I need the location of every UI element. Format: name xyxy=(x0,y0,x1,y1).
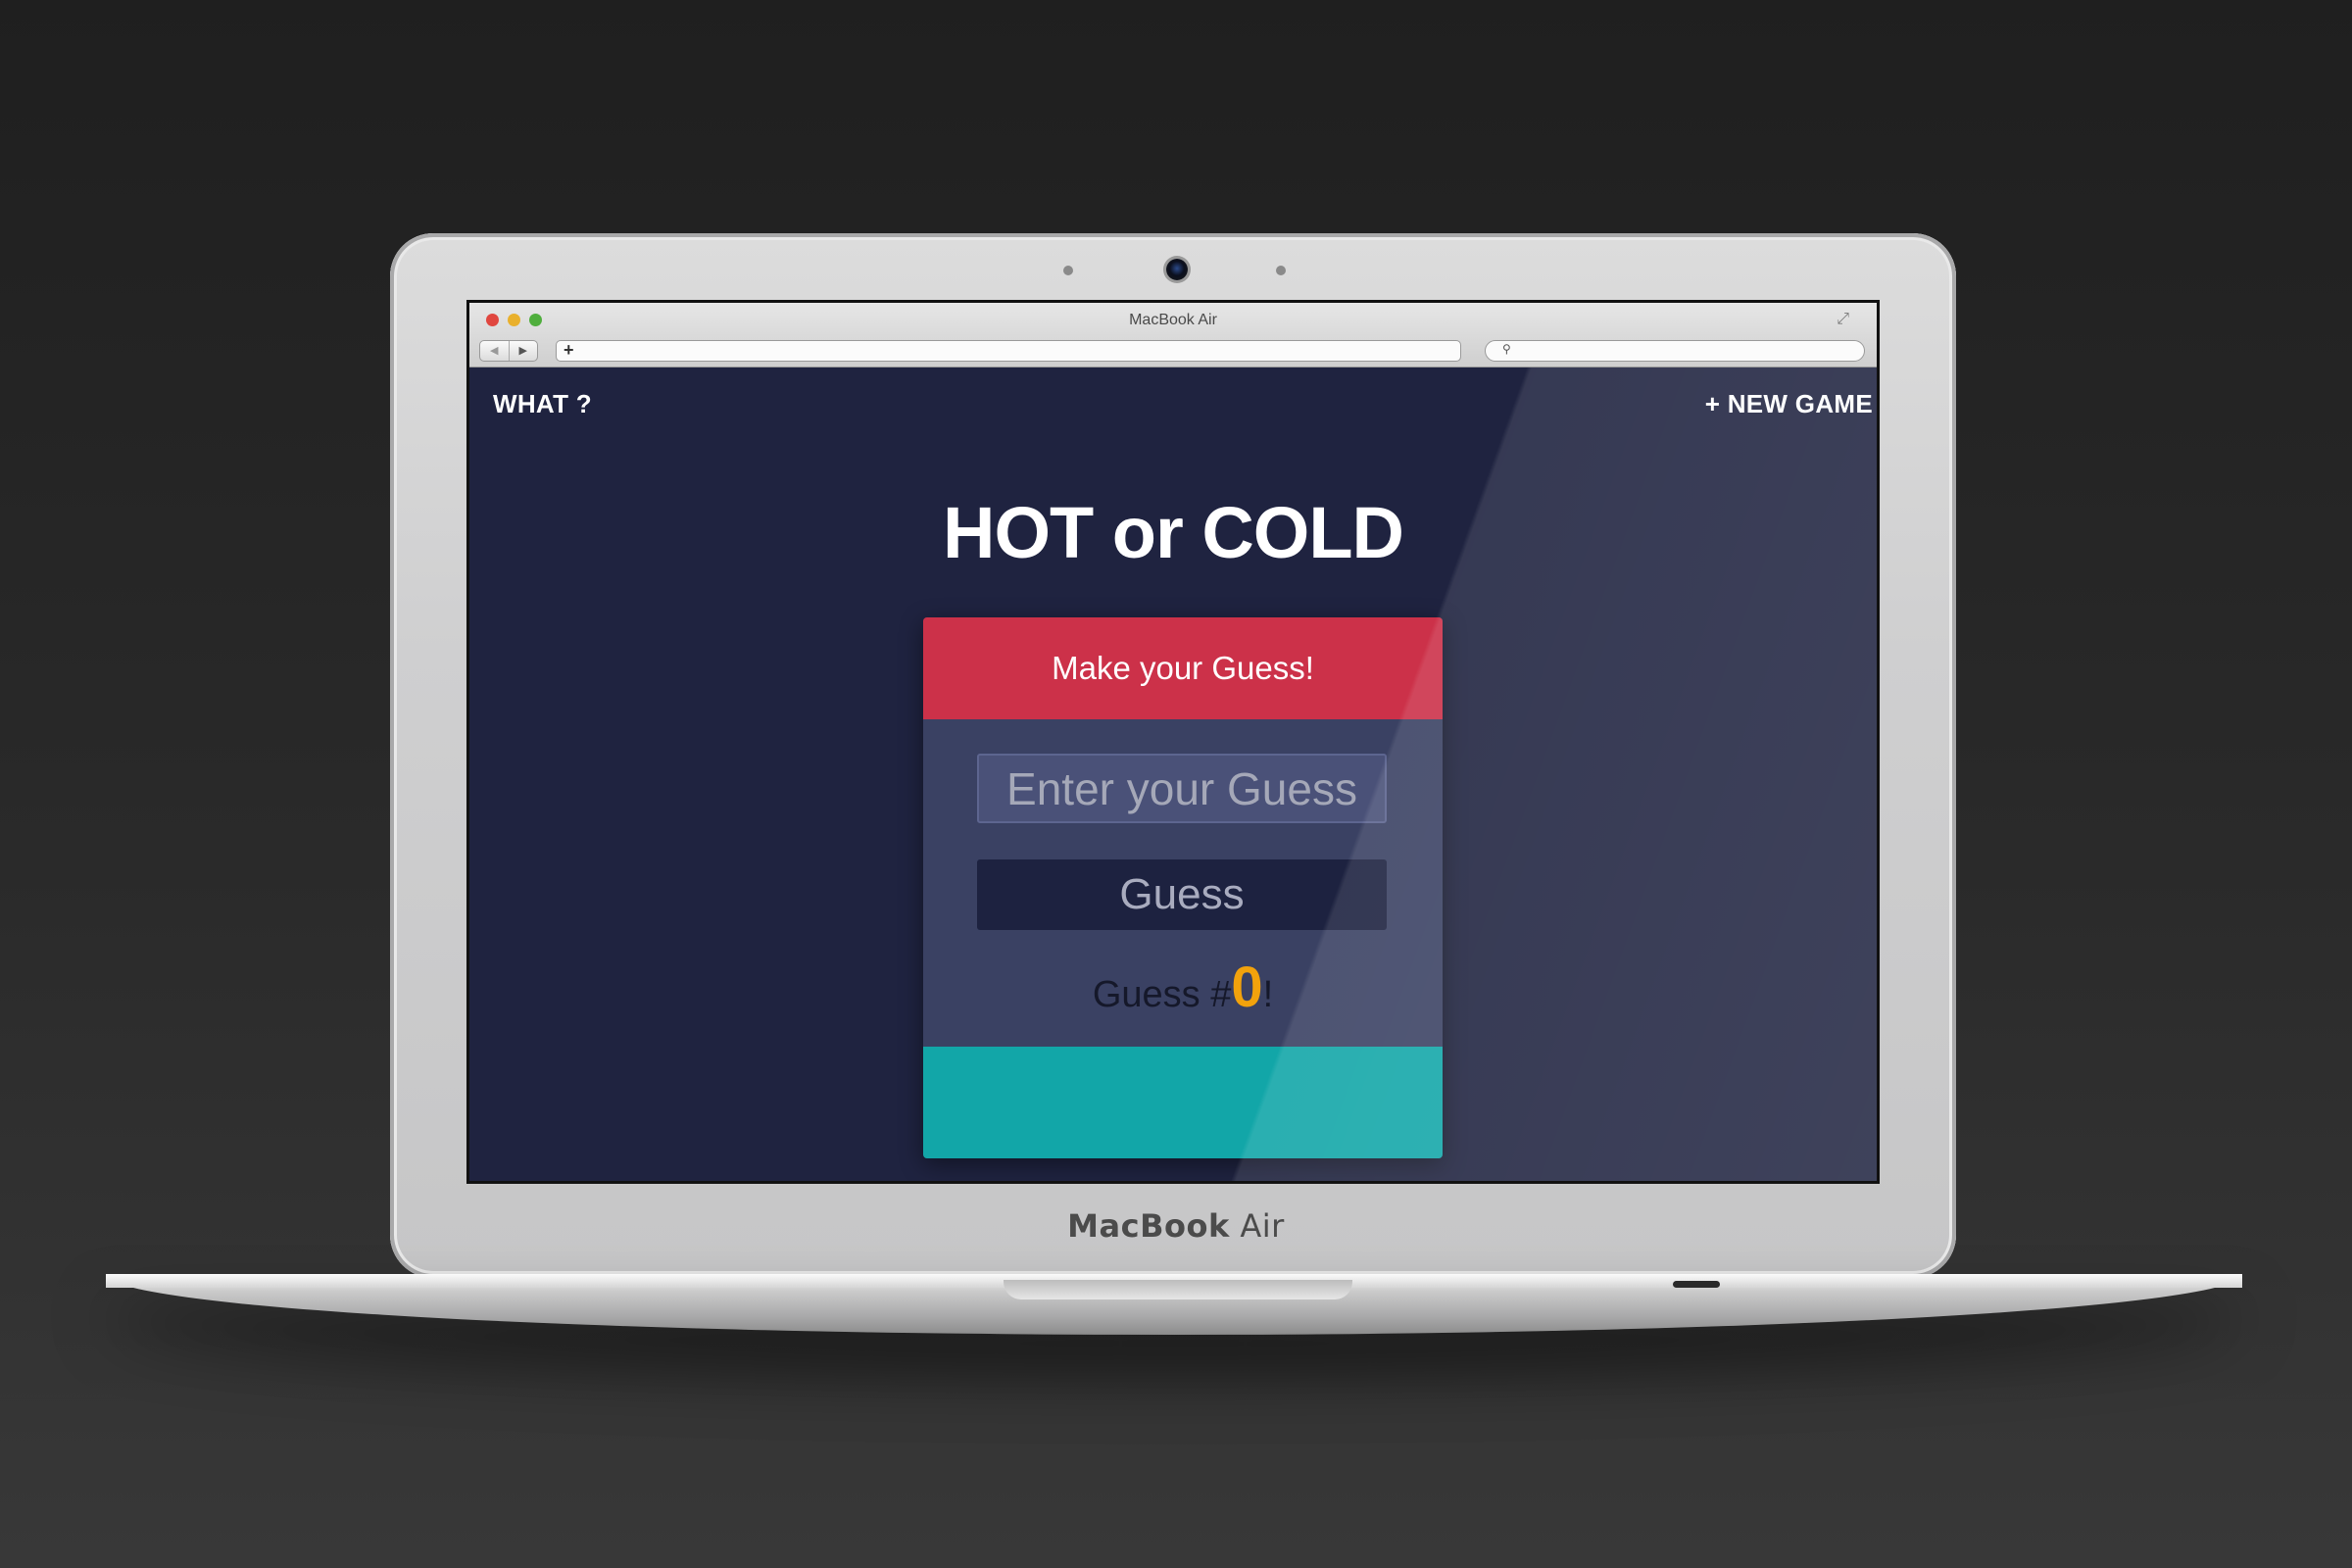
browser-toolbar: MacBook Air ⤢ ◀ ▶ + ⚲ xyxy=(469,303,1877,368)
laptop-notch xyxy=(1004,1280,1352,1299)
new-game-link[interactable]: + NEW GAME xyxy=(1705,389,1873,419)
game-page: WHAT ? + NEW GAME HOT or COLD Make your … xyxy=(469,368,1877,1184)
window-title: MacBook Air xyxy=(1129,312,1217,328)
fullscreen-icon[interactable]: ⤢ xyxy=(1837,311,1849,328)
guess-count-prefix: Guess # xyxy=(1092,974,1232,1015)
what-link[interactable]: WHAT ? xyxy=(493,389,592,419)
guess-button[interactable]: Guess xyxy=(977,859,1387,930)
back-icon[interactable]: ◀ xyxy=(480,341,510,361)
guess-count-suffix: ! xyxy=(1262,974,1274,1015)
laptop-port xyxy=(1673,1281,1720,1288)
laptop-brand-label: MacBook Air xyxy=(1067,1207,1285,1245)
page-title: HOT or COLD xyxy=(943,492,1404,573)
feedback-panel xyxy=(923,1047,1443,1158)
history-nav: ◀ ▶ xyxy=(479,340,538,362)
camera-icon xyxy=(1166,259,1188,280)
forward-icon[interactable]: ▶ xyxy=(510,341,538,361)
guess-count-value: 0 xyxy=(1231,956,1263,1019)
page-footer-strip xyxy=(469,1181,1877,1184)
laptop-screen: MacBook Air ⤢ ◀ ▶ + ⚲ WHAT ? + NEW GAME … xyxy=(466,300,1880,1184)
search-icon: ⚲ xyxy=(1502,342,1511,356)
ambient-sensor xyxy=(1063,266,1073,275)
guess-input[interactable] xyxy=(977,754,1387,823)
guess-counter: Guess #0! xyxy=(923,955,1443,1020)
new-tab-icon[interactable]: + xyxy=(564,340,574,361)
search-field[interactable]: ⚲ xyxy=(1485,340,1865,362)
ambient-sensor xyxy=(1276,266,1286,275)
game-card-header: Make your Guess! xyxy=(923,617,1443,719)
address-bar[interactable]: + xyxy=(556,340,1461,362)
game-card: Make your Guess! Guess Guess #0! xyxy=(923,617,1443,1158)
